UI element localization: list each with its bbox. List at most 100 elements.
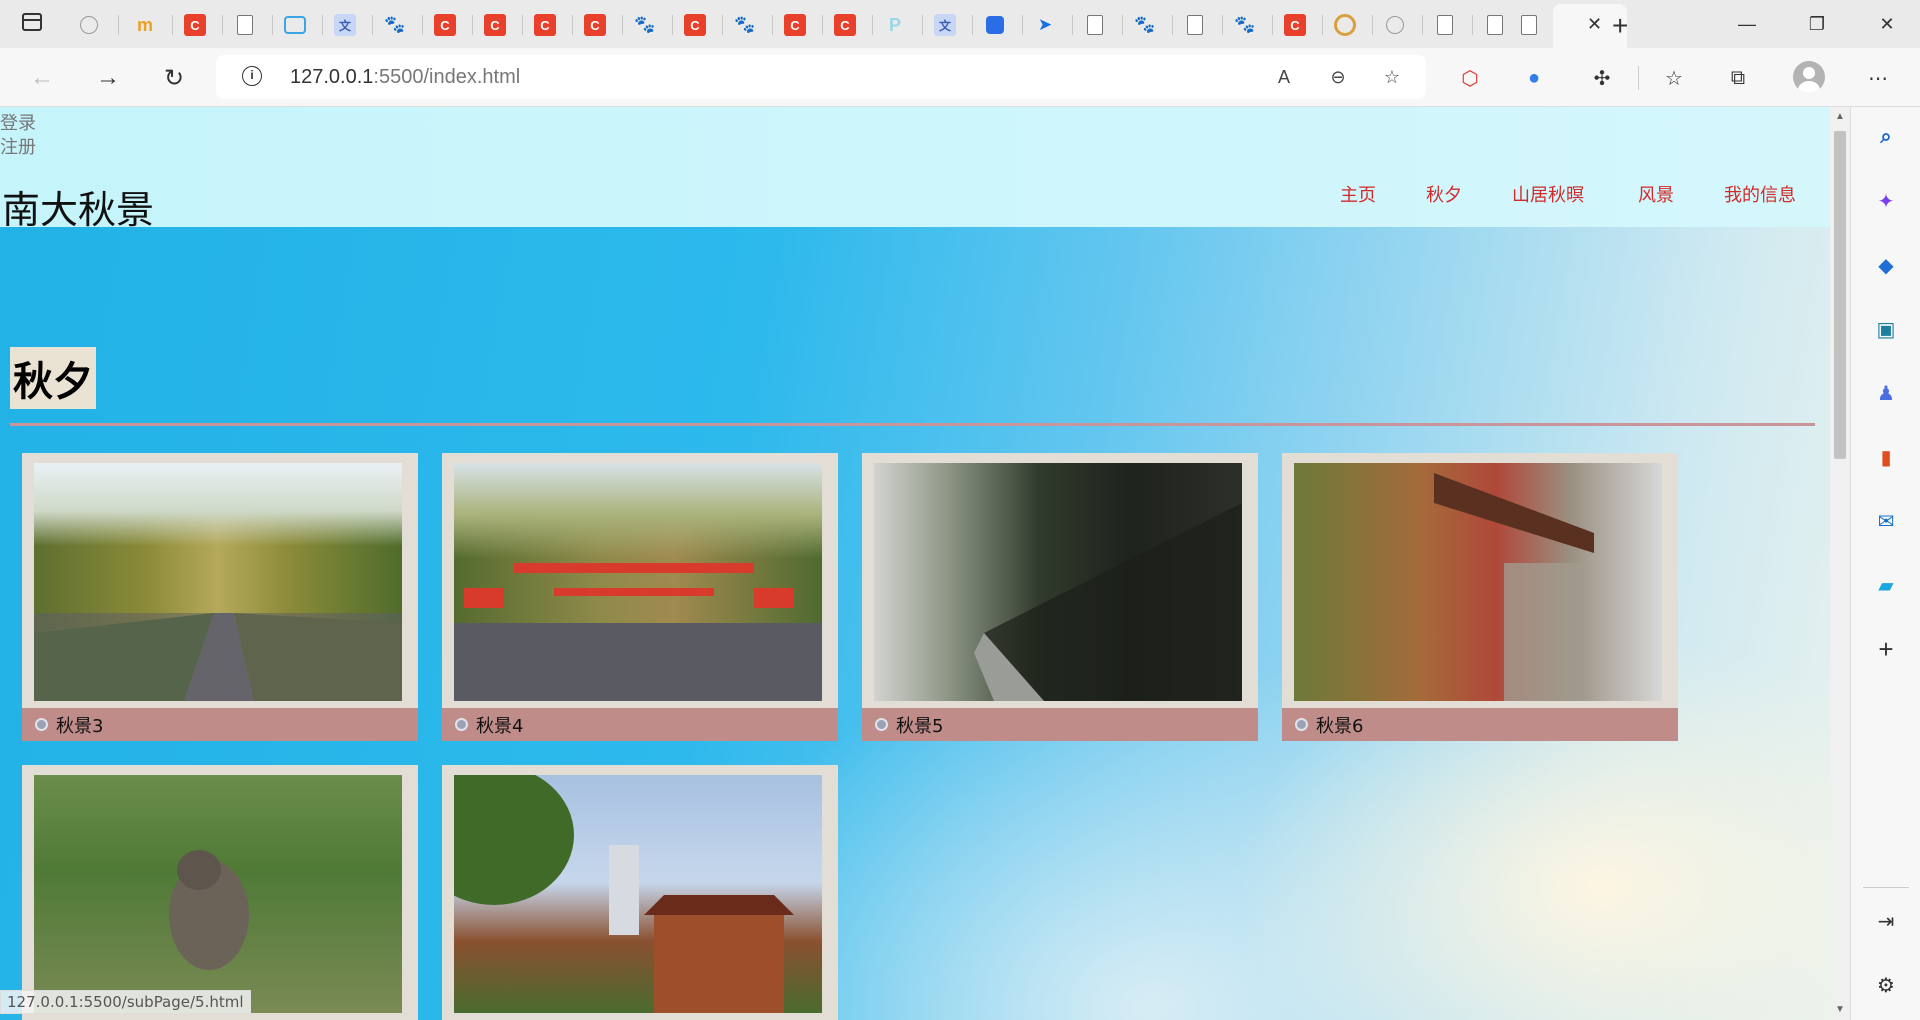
extension-blue-icon[interactable]: ● xyxy=(1516,60,1552,96)
nav-shanju-qiuming[interactable]: 山居秋暝 xyxy=(1512,181,1584,207)
close-window-button[interactable]: ✕ xyxy=(1852,0,1920,48)
tab[interactable] xyxy=(226,8,264,42)
close-tab-icon[interactable]: ✕ xyxy=(1587,14,1602,35)
tab[interactable] xyxy=(1426,8,1464,42)
photo-tree-lined-road[interactable] xyxy=(34,463,402,701)
url-host: 127.0.0.1 xyxy=(290,66,374,88)
profile-avatar[interactable] xyxy=(1793,61,1825,93)
tab[interactable]: C xyxy=(476,8,514,42)
tab[interactable]: C xyxy=(176,8,214,42)
tab[interactable]: 🐾 xyxy=(1126,8,1164,42)
outlook-icon[interactable]: ✉ xyxy=(1872,507,1900,535)
maximize-button[interactable]: ❐ xyxy=(1782,0,1852,48)
photo-banner-avenue[interactable] xyxy=(454,463,822,701)
camera-icon xyxy=(875,718,888,731)
favorites-icon[interactable]: ☆ xyxy=(1656,60,1692,96)
address-bar[interactable]: i 127.0.0.1:5500/index.html A ⊖ ☆ xyxy=(216,55,1426,99)
nav-scenery[interactable]: 风景 xyxy=(1638,181,1674,207)
refresh-button[interactable]: ↻ xyxy=(156,60,192,96)
translate-icon: 文 xyxy=(934,14,956,36)
tab[interactable] xyxy=(1510,8,1548,42)
tab[interactable]: C xyxy=(576,8,614,42)
more-menu-icon[interactable]: ⋯ xyxy=(1860,60,1896,96)
gallery-card[interactable] xyxy=(22,765,418,1020)
tab[interactable] xyxy=(70,8,108,42)
tab[interactable]: ➤ xyxy=(1026,8,1064,42)
login-link[interactable]: 登录 xyxy=(0,109,36,135)
baidu-paw-icon: 🐾 xyxy=(384,15,406,34)
tab[interactable] xyxy=(1076,8,1114,42)
tab-actions-icon[interactable] xyxy=(22,13,42,31)
photo-red-ivy-building[interactable] xyxy=(1294,463,1662,701)
translate-icon: 文 xyxy=(334,14,356,36)
tab[interactable]: 🐾 xyxy=(726,8,764,42)
add-sidebar-app-icon[interactable]: + xyxy=(1872,634,1900,664)
tools-icon[interactable]: ▣ xyxy=(1872,315,1900,343)
caption-text: 秋景5 xyxy=(896,715,944,737)
tab[interactable]: m xyxy=(126,8,164,42)
tab[interactable]: C xyxy=(776,8,814,42)
gallery-card[interactable]: 秋景4 xyxy=(442,453,838,741)
photo-tabby-cat[interactable] xyxy=(34,775,402,1013)
blue-doc-icon xyxy=(986,16,1004,34)
tab[interactable]: 🐾 xyxy=(626,8,664,42)
hide-sidebar-icon[interactable]: ⇥ xyxy=(1872,907,1900,935)
sidebar-settings-icon[interactable]: ⚙ xyxy=(1872,971,1900,999)
gallery-card[interactable]: 秋景3 xyxy=(22,453,418,741)
tab[interactable]: C xyxy=(526,8,564,42)
baidu-paw-icon: 🐾 xyxy=(634,15,656,34)
nav-qiuxi[interactable]: 秋夕 xyxy=(1426,181,1462,207)
section-heading: 秋夕 xyxy=(10,347,96,409)
document-icon xyxy=(1487,15,1503,35)
tab[interactable] xyxy=(1376,8,1414,42)
photo-ivy-building[interactable] xyxy=(874,463,1242,701)
gallery-card[interactable]: 秋景5 xyxy=(862,453,1258,741)
zoom-icon[interactable]: ⊖ xyxy=(1324,63,1352,91)
page-icon xyxy=(80,16,98,34)
tab[interactable]: 🐾 xyxy=(376,8,414,42)
site-info-icon[interactable]: i xyxy=(242,66,262,86)
search-icon[interactable]: ⌕ xyxy=(1872,123,1900,151)
add-favorite-icon[interactable]: ☆ xyxy=(1378,63,1406,91)
gallery-card[interactable] xyxy=(442,765,838,1020)
back-button[interactable]: ← xyxy=(24,60,60,96)
scroll-down-icon[interactable]: ▼ xyxy=(1830,1000,1850,1020)
nav-home[interactable]: 主页 xyxy=(1340,181,1376,207)
photo-tower-building[interactable] xyxy=(454,775,822,1013)
copilot-sparkle-icon[interactable]: ✦ xyxy=(1872,187,1900,215)
tab[interactable]: C xyxy=(1276,8,1314,42)
tab[interactable]: 文 xyxy=(326,8,364,42)
minimize-button[interactable]: — xyxy=(1712,0,1782,48)
tab[interactable]: 文 xyxy=(926,8,964,42)
tab[interactable] xyxy=(1176,8,1214,42)
shopping-tag-icon[interactable]: ◆ xyxy=(1872,251,1900,279)
tab[interactable]: 🐾 xyxy=(1226,8,1264,42)
scroll-up-icon[interactable]: ▲ xyxy=(1830,107,1850,127)
nav-my-info[interactable]: 我的信息 xyxy=(1724,181,1796,207)
games-icon[interactable]: ♟ xyxy=(1872,379,1900,407)
tab[interactable] xyxy=(976,8,1014,42)
tab[interactable] xyxy=(1476,8,1514,42)
tab[interactable]: C xyxy=(426,8,464,42)
drop-icon[interactable]: ▰ xyxy=(1872,571,1900,599)
gallery-card[interactable]: 秋景6 xyxy=(1282,453,1678,741)
read-aloud-icon[interactable]: A xyxy=(1270,63,1298,91)
document-icon xyxy=(237,15,253,35)
tab[interactable] xyxy=(276,8,314,42)
extension-red-icon[interactable]: ⬡ xyxy=(1452,60,1488,96)
arrow-left-icon: ← xyxy=(30,64,54,91)
collections-icon[interactable]: ⧉ xyxy=(1720,60,1756,96)
camera-icon xyxy=(455,718,468,731)
office-icon[interactable]: ▮ xyxy=(1872,443,1900,471)
tab[interactable] xyxy=(1326,8,1364,42)
register-link[interactable]: 注册 xyxy=(0,133,36,159)
new-tab-button[interactable]: + xyxy=(1612,10,1628,42)
page-scrollbar[interactable]: ▲ ▼ xyxy=(1830,107,1850,1020)
tab[interactable]: C xyxy=(676,8,714,42)
tab[interactable]: P xyxy=(876,8,914,42)
extensions-puzzle-icon[interactable]: ✣ xyxy=(1584,60,1620,96)
forward-button[interactable]: → xyxy=(90,60,126,96)
url-text[interactable]: 127.0.0.1:5500/index.html xyxy=(290,66,520,89)
tab[interactable]: C xyxy=(826,8,864,42)
scroll-thumb[interactable] xyxy=(1834,131,1846,459)
